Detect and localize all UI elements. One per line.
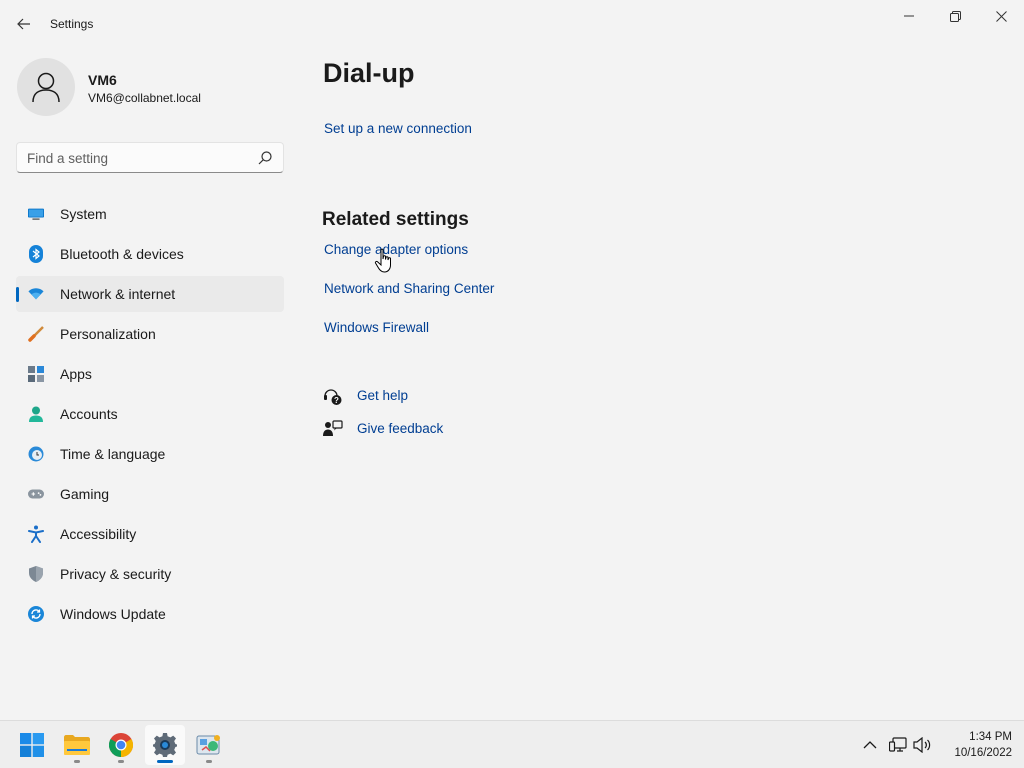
windows-firewall-link[interactable]: Windows Firewall: [324, 320, 429, 335]
back-button[interactable]: [10, 10, 38, 38]
give-feedback-link[interactable]: Give feedback: [357, 421, 443, 436]
chevron-up-icon: [863, 741, 877, 749]
update-icon: [28, 606, 44, 622]
svg-text:?: ?: [334, 396, 339, 405]
sidebar-item-accounts[interactable]: Accounts: [16, 396, 284, 432]
sidebar-item-accessibility[interactable]: Accessibility: [16, 516, 284, 552]
change-adapter-options-link[interactable]: Change adapter options: [324, 242, 468, 257]
sidebar-item-apps[interactable]: Apps: [16, 356, 284, 392]
search-box[interactable]: [16, 142, 284, 173]
sidebar-nav: System Bluetooth & devices Network & int…: [16, 196, 284, 636]
user-email: VM6@collabnet.local: [88, 91, 201, 105]
taskbar-file-explorer[interactable]: [57, 725, 97, 765]
sidebar-item-label: Gaming: [60, 486, 110, 502]
volume-tray-button[interactable]: [913, 735, 933, 755]
settings-window: Settings VM6 VM6@collabnet.local Find a …: [0, 0, 1024, 720]
user-name: VM6: [88, 72, 117, 88]
accessibility-icon: [28, 525, 44, 543]
minimize-icon: [904, 15, 914, 17]
sidebar-item-label: System: [60, 206, 107, 222]
get-help-icon: ?: [324, 389, 342, 405]
back-arrow-icon: [17, 18, 30, 30]
running-indicator: [118, 760, 124, 763]
gamepad-icon: [28, 486, 44, 502]
sidebar-item-label: Apps: [60, 366, 92, 382]
sidebar-item-label: Personalization: [60, 326, 156, 342]
monitor-icon: [28, 206, 44, 222]
give-feedback-icon: [323, 420, 343, 436]
clock-date: 10/16/2022: [954, 747, 1012, 759]
wifi-icon: [28, 286, 44, 302]
sidebar-item-label: Bluetooth & devices: [60, 246, 184, 262]
sidebar-item-label: Accessibility: [60, 526, 137, 542]
brush-icon: [28, 326, 44, 342]
title-bar: Settings: [0, 0, 1024, 48]
volume-icon: [913, 737, 931, 753]
restore-icon: [949, 10, 961, 22]
network-sharing-center-link[interactable]: Network and Sharing Center: [324, 281, 494, 296]
person-outline-icon: [32, 72, 60, 103]
bluetooth-icon: [28, 245, 44, 263]
taskbar-settings[interactable]: [145, 725, 185, 765]
page-title: Dial-up: [323, 58, 415, 88]
sidebar-item-windows-update[interactable]: Windows Update: [16, 596, 284, 632]
settings-icon: [153, 733, 177, 757]
close-icon: [995, 10, 1007, 22]
globe-clock-icon: [28, 446, 44, 462]
taskbar-control-panel[interactable]: [189, 725, 229, 765]
running-indicator: [74, 760, 80, 763]
window-title: Settings: [50, 17, 94, 31]
setup-connection-link[interactable]: Set up a new connection: [324, 121, 472, 136]
hand-cursor-icon: [374, 248, 391, 273]
sidebar-item-network[interactable]: Network & internet: [16, 276, 284, 312]
network-wired-icon: [889, 737, 907, 752]
search-input[interactable]: [27, 149, 247, 167]
sidebar-item-privacy[interactable]: Privacy & security: [16, 556, 284, 592]
sidebar-item-label: Network & internet: [60, 286, 176, 302]
chrome-icon: [109, 733, 133, 757]
sidebar-item-gaming[interactable]: Gaming: [16, 476, 284, 512]
related-settings-heading: Related settings: [322, 209, 469, 230]
show-hidden-icons-button[interactable]: [860, 735, 880, 755]
restore-button[interactable]: [932, 0, 978, 32]
network-tray-button[interactable]: [888, 735, 908, 755]
sidebar-item-label: Privacy & security: [60, 566, 172, 582]
start-button[interactable]: [12, 725, 52, 765]
sidebar-item-time-language[interactable]: Time & language: [16, 436, 284, 472]
taskbar-chrome[interactable]: [101, 725, 141, 765]
taskbar-clock[interactable]: 1:34 PM 10/16/2022: [940, 729, 1012, 761]
person-icon: [28, 406, 44, 422]
sidebar-item-label: Time & language: [60, 446, 166, 462]
avatar[interactable]: [17, 58, 75, 116]
active-indicator: [157, 760, 173, 763]
sidebar-item-personalization[interactable]: Personalization: [16, 316, 284, 352]
sidebar-item-system[interactable]: System: [16, 196, 284, 232]
search-icon[interactable]: [257, 150, 273, 166]
control-panel-icon: [196, 735, 220, 755]
get-help-link[interactable]: Get help: [357, 388, 408, 403]
close-button[interactable]: [978, 0, 1024, 32]
file-explorer-icon: [64, 735, 90, 755]
running-indicator: [206, 760, 212, 763]
clock-time: 1:34 PM: [969, 731, 1012, 743]
sidebar-item-label: Windows Update: [60, 606, 166, 622]
sidebar-item-bluetooth[interactable]: Bluetooth & devices: [16, 236, 284, 272]
taskbar: 1:34 PM 10/16/2022: [0, 720, 1024, 768]
apps-icon: [28, 366, 44, 382]
start-icon: [20, 733, 44, 757]
minimize-button[interactable]: [886, 0, 932, 32]
shield-icon: [28, 566, 44, 582]
sidebar-item-label: Accounts: [60, 406, 118, 422]
